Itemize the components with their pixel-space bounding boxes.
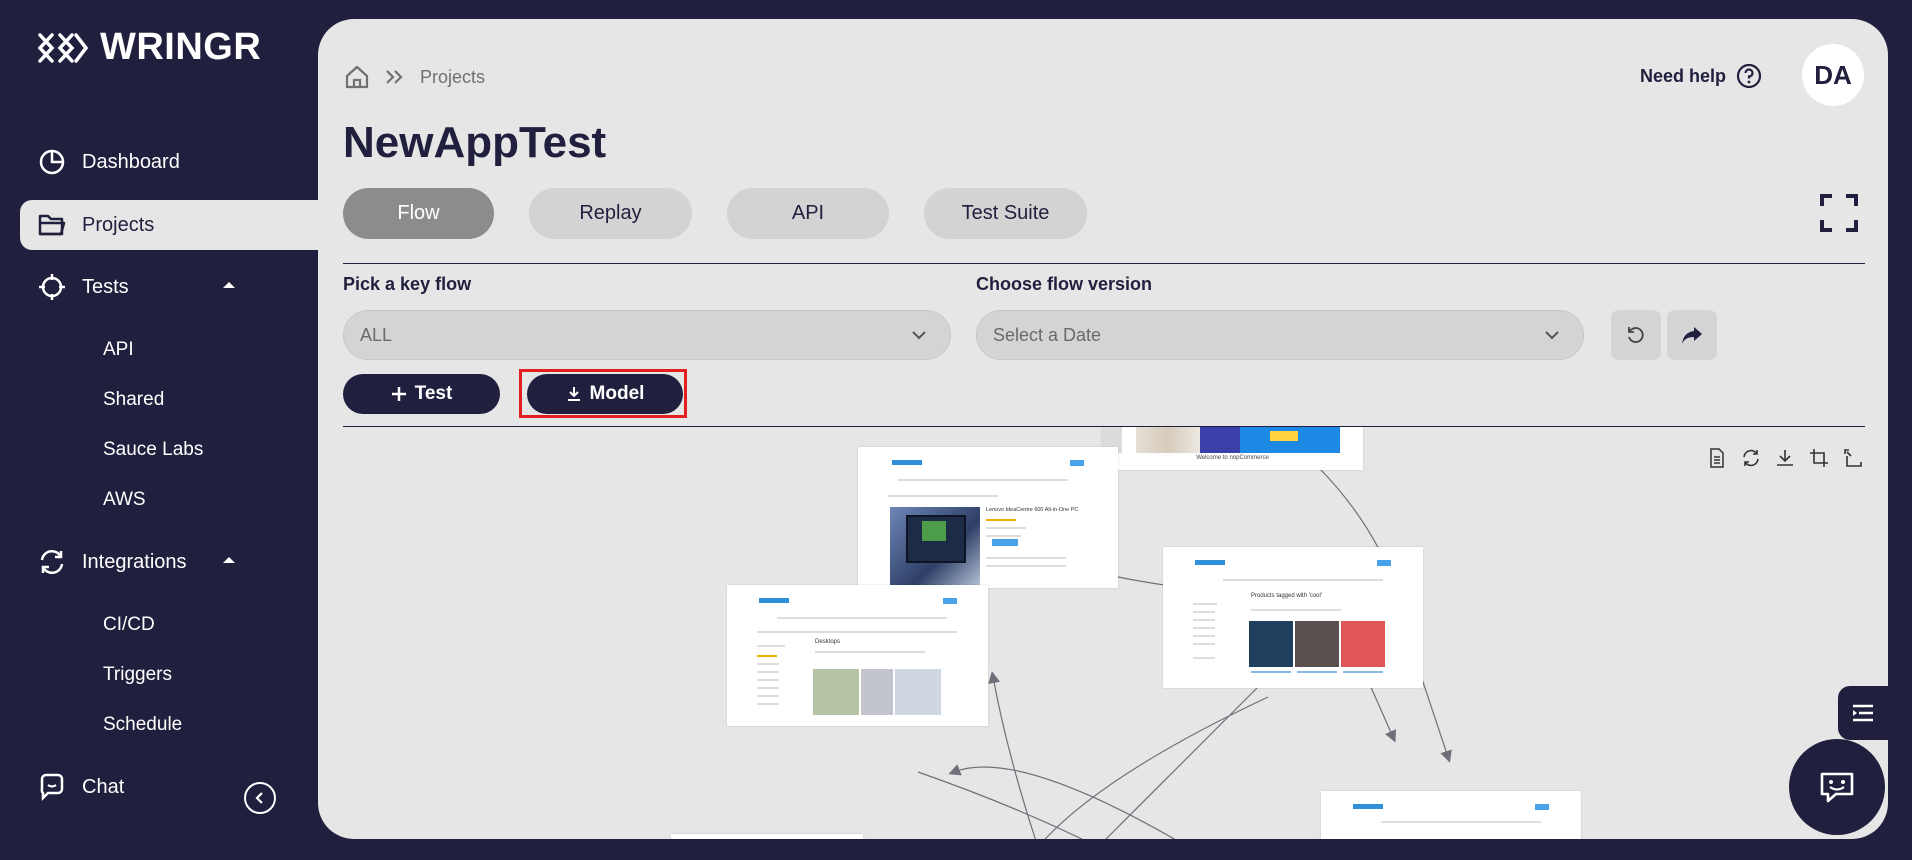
flow-version-select[interactable]: Select a Date — [976, 310, 1584, 360]
app-name: WRINGR — [100, 26, 262, 68]
sidebar-item-tests[interactable]: Tests — [20, 262, 318, 312]
thumbnail-category-title: Desktops — [815, 639, 841, 645]
question-circle-icon — [1736, 63, 1762, 89]
key-flow-label: Pick a key flow — [343, 274, 472, 294]
plus-icon — [391, 387, 406, 401]
crosshair-icon — [39, 274, 65, 300]
tab-test-suite[interactable]: Test Suite — [924, 188, 1087, 239]
thumbnail-products-title: Products tagged with 'cool' — [1251, 593, 1322, 599]
fullscreen-icon[interactable] — [1820, 194, 1858, 232]
sidebar-subitem-shared[interactable]: Shared — [103, 389, 164, 411]
sidebar-subitem-aws[interactable]: AWS — [103, 489, 146, 511]
document-icon[interactable] — [1705, 446, 1729, 470]
sidebar-item-label: Projects — [82, 213, 155, 236]
chevron-up-icon[interactable] — [220, 551, 238, 569]
tab-flow[interactable]: Flow — [343, 188, 494, 239]
app-logo[interactable]: WRINGR — [36, 26, 261, 69]
tab-api[interactable]: API — [727, 188, 889, 239]
sidebar-item-dashboard[interactable]: Dashboard — [20, 137, 318, 187]
wringr-logo-icon — [37, 32, 89, 63]
chevron-down-icon — [912, 331, 926, 340]
chevron-up-icon[interactable] — [220, 276, 238, 294]
flow-node-home[interactable]: Welcome to nopCommerce — [1102, 427, 1363, 470]
flow-node-partial-left[interactable] — [671, 834, 863, 839]
download-icon[interactable] — [1773, 446, 1797, 470]
chatbot-button[interactable] — [1789, 739, 1885, 835]
double-chevron-right-icon — [386, 70, 403, 84]
share-arrow-icon — [1682, 327, 1702, 344]
collapse-sidebar-button[interactable] — [244, 782, 276, 814]
highlight-box — [519, 369, 687, 418]
thumbnail-product-title: Lenovo IdeaCentre 600 All-in-One PC — [986, 507, 1079, 513]
folder-icon — [38, 214, 66, 236]
side-menu-button[interactable] — [1838, 686, 1888, 740]
fit-view-icon[interactable] — [1841, 446, 1865, 470]
pie-chart-icon — [39, 149, 65, 175]
sidebar-subitem-api[interactable]: API — [103, 339, 134, 361]
flow-version-label: Choose flow version — [976, 274, 1153, 294]
sidebar-item-label: Chat — [82, 775, 125, 798]
breadcrumb-current[interactable]: Projects — [420, 67, 485, 88]
sync-icon — [40, 550, 64, 574]
flow-canvas[interactable]: Welcome to nopCommerce Lenovo IdeaCentre… — [318, 427, 1888, 839]
sidebar: WRINGR Dashboard Projects Tests API Shar… — [0, 0, 320, 860]
flow-node-partial-right[interactable] — [1321, 791, 1581, 839]
crop-icon[interactable] — [1807, 446, 1831, 470]
sidebar-item-label: Tests — [82, 275, 129, 298]
main-panel: Projects Need help DA NewAppTest Flow Re… — [318, 19, 1888, 839]
reset-button[interactable] — [1611, 310, 1661, 360]
refresh-icon[interactable] — [1739, 446, 1763, 470]
sidebar-item-label: Integrations — [82, 550, 187, 573]
page-title: NewAppTest — [343, 118, 607, 167]
help-label: Need help — [1640, 65, 1727, 86]
flow-node-product[interactable]: Lenovo IdeaCentre 600 All-in-One PC — [858, 447, 1118, 588]
thumbnail-caption: Welcome to nopCommerce — [1196, 455, 1269, 461]
sidebar-item-label: Dashboard — [82, 150, 180, 173]
tab-replay[interactable]: Replay — [529, 188, 692, 239]
flow-version-placeholder: Select a Date — [993, 324, 1102, 345]
key-flow-value: ALL — [360, 324, 393, 345]
list-icon — [1853, 704, 1873, 722]
share-button[interactable] — [1667, 310, 1717, 360]
flow-node-products-tagged[interactable]: Products tagged with 'cool' — [1163, 547, 1423, 688]
chevron-down-icon — [1545, 331, 1559, 340]
sidebar-subitem-sauce-labs[interactable]: Sauce Labs — [103, 439, 203, 461]
help-link[interactable]: Need help — [1640, 63, 1762, 89]
sidebar-item-integrations[interactable]: Integrations — [20, 537, 318, 587]
sidebar-item-projects[interactable]: Projects — [20, 200, 320, 250]
chatbot-icon — [1820, 772, 1854, 803]
chevron-left-icon — [255, 792, 263, 804]
avatar[interactable]: DA — [1802, 44, 1864, 106]
breadcrumb: Projects — [344, 64, 485, 90]
sidebar-subitem-triggers[interactable]: Triggers — [103, 664, 172, 686]
home-icon[interactable] — [344, 64, 370, 90]
sidebar-subitem-schedule[interactable]: Schedule — [103, 714, 182, 736]
divider — [343, 263, 1865, 264]
rotate-left-icon — [1628, 327, 1644, 343]
add-test-label: Test — [414, 383, 453, 404]
flow-node-category[interactable]: Desktops — [727, 585, 988, 726]
sidebar-subitem-cicd[interactable]: CI/CD — [103, 614, 155, 636]
chat-bubble-icon — [40, 773, 64, 801]
add-test-button[interactable]: Test — [343, 374, 500, 414]
canvas-toolbar — [1705, 446, 1865, 470]
key-flow-select[interactable]: ALL — [343, 310, 951, 360]
